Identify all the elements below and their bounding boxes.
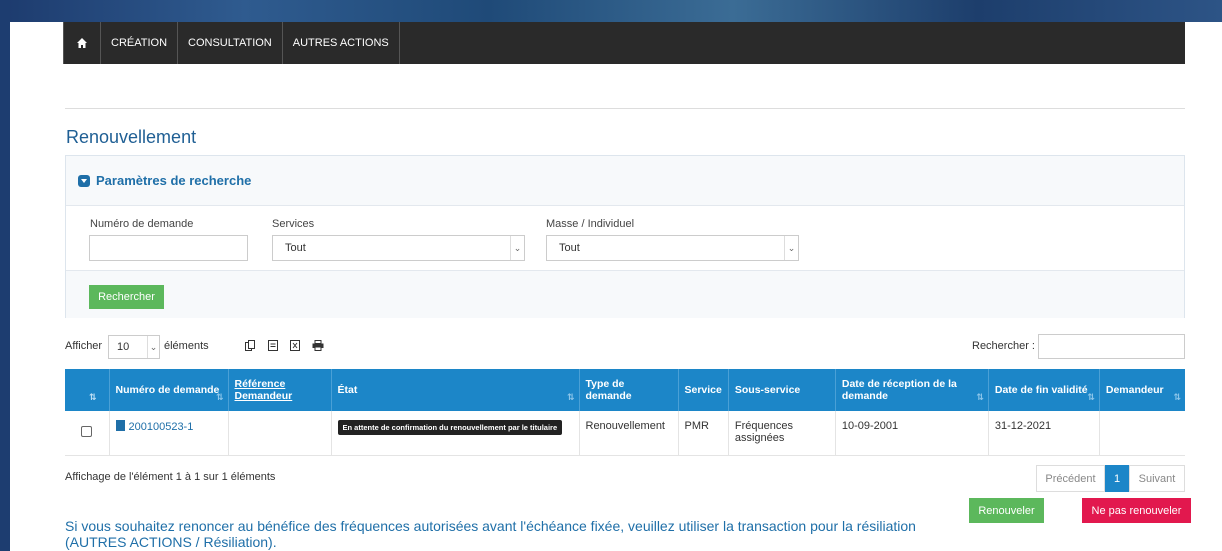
table-search-label: Rechercher : [972, 340, 1035, 352]
divider [65, 108, 1185, 109]
cell-date-fin: 31-12-2021 [988, 411, 1100, 456]
length-select[interactable]: 10 ⌄ [108, 335, 160, 359]
sort-icon[interactable]: ⇅ [89, 392, 97, 403]
col-date-fin[interactable]: Date de fin validité ⇅ [988, 369, 1100, 411]
sort-icon: ⇅ [566, 392, 575, 402]
chevron-down-icon: ⌄ [784, 236, 798, 260]
masse-select[interactable]: Tout ⌄ [546, 235, 799, 261]
search-panel-header[interactable]: Paramètres de recherche [66, 156, 1184, 206]
numero-input[interactable] [89, 235, 248, 261]
nav-creation[interactable]: CRÉATION [101, 22, 179, 64]
col-numero[interactable]: Numéro de demande ⇅ [109, 369, 229, 411]
next-button[interactable]: Suivant [1129, 465, 1185, 492]
table-search-input[interactable] [1038, 334, 1185, 359]
cell-date-reception: 10-09-2001 [835, 411, 989, 456]
resiliation-notice: Si vous souhaitez renoncer au bénéfice d… [65, 518, 916, 550]
window-left-border [0, 0, 10, 551]
home-icon [77, 38, 87, 48]
show-label: Afficher [65, 340, 103, 352]
sort-icon: ⇅ [215, 392, 224, 402]
not-renew-button[interactable]: Ne pas renouveler [1082, 498, 1191, 523]
results-table: ⇅ Numéro de demande ⇅ Référence Demandeur… [65, 369, 1185, 456]
services-label: Services [272, 218, 315, 230]
cell-service: PMR [678, 411, 729, 456]
chevron-down-icon: ⌄ [510, 236, 524, 260]
cell-numero: 200100523-1 [109, 411, 229, 456]
top-navbar: CRÉATION CONSULTATION AUTRES ACTIONS [63, 22, 1185, 64]
window-top-border [0, 0, 1222, 22]
entries-label: éléments [164, 340, 209, 352]
page-1-button[interactable]: 1 [1105, 465, 1129, 492]
document-icon [115, 420, 125, 431]
col-reference[interactable]: Référence Demandeur [228, 369, 332, 411]
table-row: 200100523-1 En attente de confirmation d… [65, 411, 1185, 456]
masse-select-value: Tout [559, 242, 580, 254]
row-select-cell [65, 411, 110, 456]
previous-button[interactable]: Précédent [1036, 465, 1105, 492]
search-panel-footer: Rechercher [66, 270, 1184, 318]
cell-sous-service: Fréquences assignées [728, 411, 836, 456]
pagination-info: Affichage de l'élément 1 à 1 sur 1 éléme… [65, 471, 276, 483]
col-type[interactable]: Type de demande [579, 369, 679, 411]
search-panel: Paramètres de recherche Numéro de demand… [65, 155, 1185, 318]
excel-icon[interactable] [285, 335, 305, 355]
renew-button[interactable]: Renouveler [969, 498, 1044, 523]
cell-demandeur [1099, 411, 1185, 456]
length-select-value: 10 [117, 341, 130, 353]
copy-icon[interactable] [240, 335, 260, 355]
cell-type: Renouvellement [579, 411, 679, 456]
chevron-down-icon: ⌄ [147, 336, 159, 358]
nav-home[interactable] [63, 22, 101, 64]
col-etat[interactable]: État ⇅ [331, 369, 580, 411]
numero-link[interactable]: 200100523-1 [129, 421, 194, 433]
cell-reference [228, 411, 332, 456]
search-button[interactable]: Rechercher [89, 285, 164, 309]
status-badge: En attente de confirmation du renouvelle… [337, 420, 563, 435]
sort-icon: ⇅ [1173, 392, 1181, 402]
csv-icon[interactable] [263, 335, 283, 355]
col-date-reception[interactable]: Date de réception de la demande ⇅ [835, 369, 989, 411]
services-select-value: Tout [285, 242, 306, 254]
numero-label: Numéro de demande [90, 218, 194, 230]
col-demandeur[interactable]: Demandeur ⇅ [1099, 369, 1185, 411]
sort-icon: ⇅ [1087, 392, 1095, 402]
page-title: Renouvellement [66, 127, 197, 147]
row-checkbox[interactable] [81, 425, 93, 437]
select-all-column[interactable]: ⇅ [65, 369, 110, 411]
collapse-toggle-icon[interactable] [78, 174, 90, 187]
sort-icon: ⇅ [976, 392, 984, 402]
search-panel-title: Paramètres de recherche [96, 173, 252, 188]
cell-etat: En attente de confirmation du renouvelle… [331, 411, 580, 456]
print-icon[interactable] [308, 335, 328, 355]
col-service[interactable]: Service [678, 369, 729, 411]
table-header-row: ⇅ Numéro de demande ⇅ Référence Demandeur… [65, 369, 1185, 411]
col-sous-service[interactable]: Sous-service [728, 369, 836, 411]
nav-autres-actions[interactable]: AUTRES ACTIONS [283, 22, 400, 64]
masse-label: Masse / Individuel [546, 218, 635, 230]
services-select[interactable]: Tout ⌄ [272, 235, 525, 261]
nav-consultation[interactable]: CONSULTATION [178, 22, 283, 64]
